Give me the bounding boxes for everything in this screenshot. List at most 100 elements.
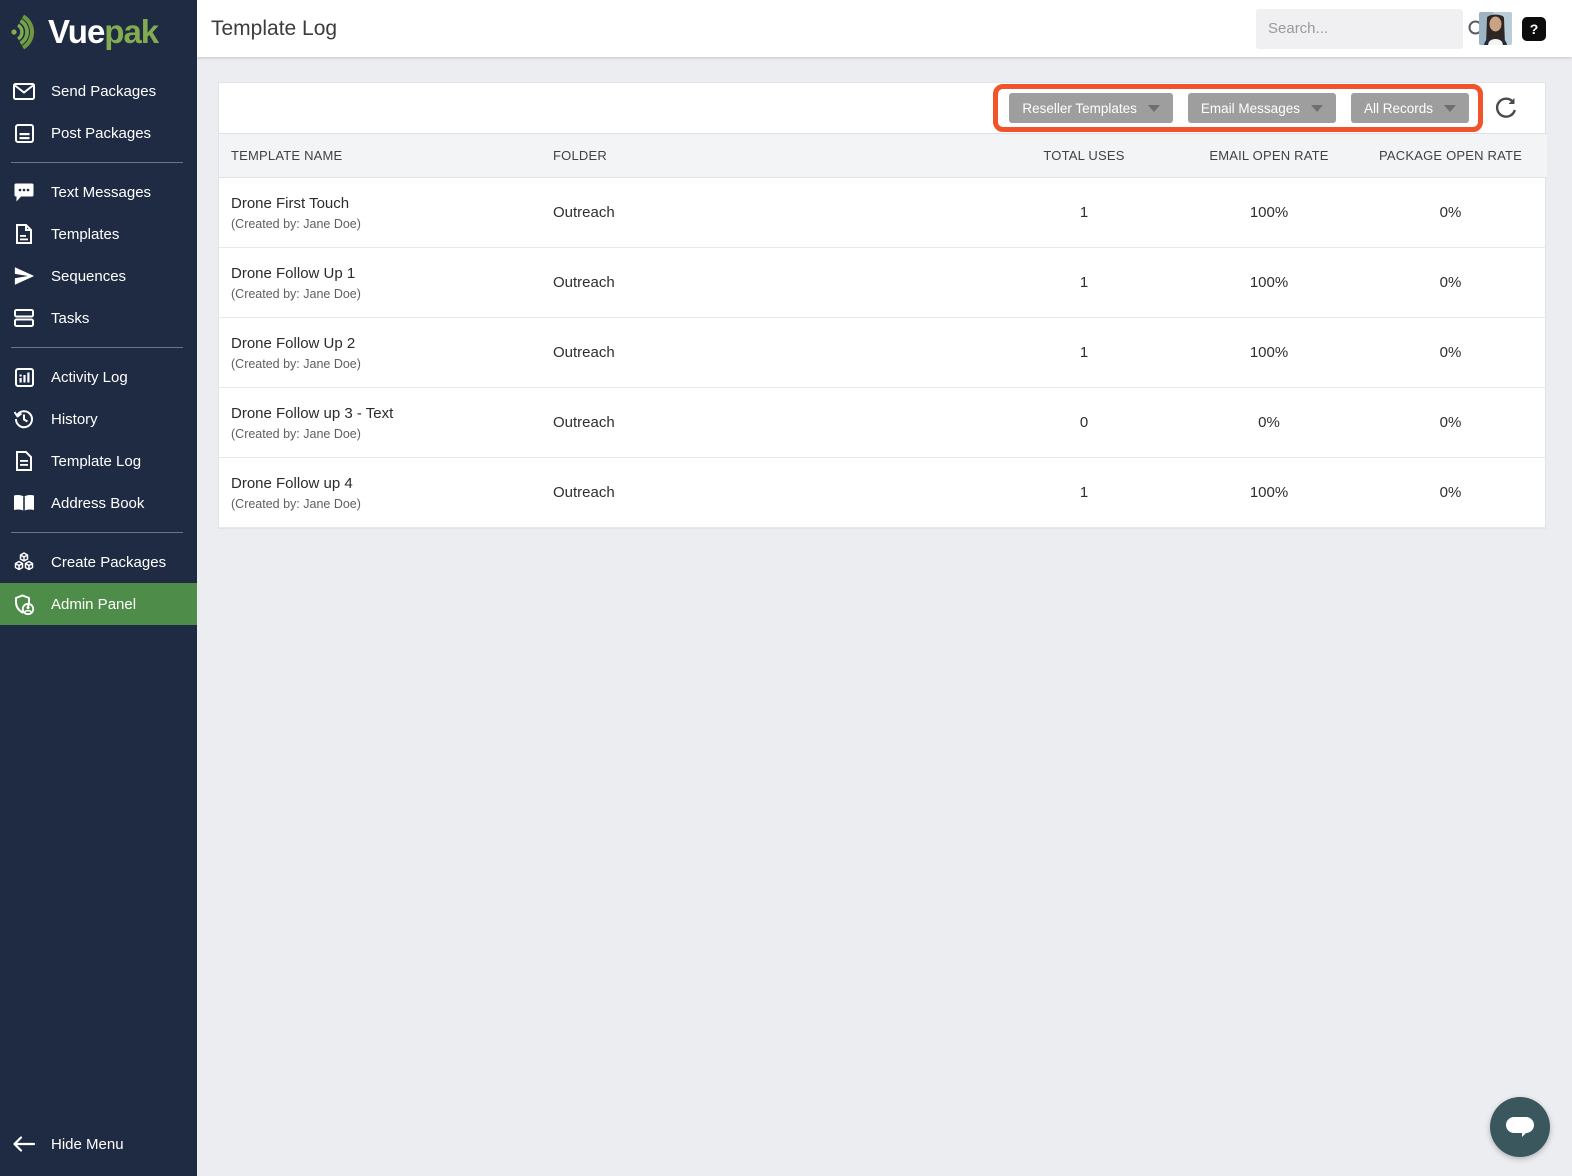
sidebar-item-post-packages[interactable]: Post Packages (0, 112, 197, 154)
sidebar-item-text-messages[interactable]: Text Messages (0, 171, 197, 213)
sidebar-item-label: Create Packages (51, 553, 167, 571)
page-title: Template Log (211, 16, 338, 40)
email-open-rate-value: 100% (1184, 177, 1354, 248)
app-window: Vuepak Send Packages Post Packages Text … (0, 0, 1572, 1176)
chat-launcher-icon (1505, 1116, 1535, 1138)
package-open-rate-value: 0% (1354, 317, 1547, 388)
bar-chart-icon (12, 367, 36, 387)
template-folder: Outreach (541, 457, 984, 528)
dropdown-label: Email Messages (1200, 100, 1300, 116)
search-input[interactable] (1268, 20, 1467, 37)
dropdown-label: Reseller Templates (1022, 100, 1137, 116)
template-name: Drone Follow Up 1 (231, 264, 356, 282)
table-row[interactable]: Drone Follow Up 2 (Created by: Jane Doe)… (219, 317, 1547, 388)
send-plane-icon (12, 267, 36, 285)
chat-launcher-button[interactable] (1490, 1097, 1550, 1157)
sidebar-item-address-book[interactable]: Address Book (0, 482, 197, 524)
template-created-by: (Created by: Jane Doe) (231, 356, 361, 371)
column-header-template-name: TEMPLATE NAME (219, 133, 541, 178)
table-row[interactable]: Drone Follow up 4 (Created by: Jane Doe)… (219, 457, 1547, 528)
chat-bubble-dots-icon (12, 183, 36, 202)
caret-down-icon (1147, 104, 1160, 112)
reseller-templates-dropdown[interactable]: Reseller Templates (1009, 93, 1173, 123)
dropdown-label: All Records (1363, 100, 1433, 116)
package-open-rate-value: 0% (1354, 387, 1547, 458)
all-records-dropdown[interactable]: All Records (1350, 93, 1469, 123)
user-avatar[interactable] (1479, 12, 1512, 45)
sidebar-divider (11, 347, 183, 348)
file-icon (12, 224, 36, 244)
column-header-package-open-rate: PACKAGE OPEN RATE (1354, 133, 1547, 178)
template-created-by: (Created by: Jane Doe) (231, 286, 361, 301)
template-name: Drone Follow up 4 (231, 474, 353, 492)
sidebar: Vuepak Send Packages Post Packages Text … (0, 0, 197, 1176)
column-header-folder: FOLDER (541, 133, 984, 178)
sidebar-item-label: Tasks (51, 309, 90, 327)
template-name: Drone Follow up 3 - Text (231, 404, 394, 422)
search-box[interactable] (1256, 8, 1487, 49)
stacked-rows-icon (12, 309, 36, 327)
refresh-icon[interactable] (1495, 97, 1517, 119)
package-open-rate-value: 0% (1354, 457, 1547, 528)
envelope-icon (12, 82, 36, 100)
sidebar-item-label: Text Messages (51, 183, 152, 201)
address-book-icon (12, 494, 36, 512)
sidebar-item-template-log[interactable]: Template Log (0, 440, 197, 482)
template-created-by: (Created by: Jane Doe) (231, 496, 361, 511)
sidebar-item-label: Sequences (51, 267, 127, 285)
template-folder: Outreach (541, 247, 984, 318)
hide-menu-button[interactable]: Hide Menu (0, 1112, 197, 1176)
template-log-table: TEMPLATE NAME FOLDER TOTAL USES EMAIL OP… (219, 133, 1547, 528)
table-row[interactable]: Drone Follow up 3 - Text (Created by: Ja… (219, 387, 1547, 458)
total-uses-value: 0 (984, 387, 1184, 458)
sound-wave-arcs-icon (8, 9, 46, 55)
email-open-rate-value: 100% (1184, 247, 1354, 318)
file-lines-icon (12, 451, 36, 471)
sidebar-item-create-packages[interactable]: Create Packages (0, 541, 197, 583)
sidebar-item-history[interactable]: History (0, 398, 197, 440)
sidebar-item-label: Admin Panel (51, 595, 137, 613)
template-name: Drone Follow Up 2 (231, 334, 356, 352)
sidebar-nav: Send Packages Post Packages Text Message… (0, 64, 197, 1112)
admin-shield-icon (12, 593, 36, 615)
email-open-rate-value: 100% (1184, 457, 1354, 528)
help-icon[interactable]: ? (1522, 16, 1546, 41)
topbar-right: ? (1256, 8, 1546, 49)
total-uses-value: 1 (984, 177, 1184, 248)
sidebar-item-activity-log[interactable]: Activity Log (0, 356, 197, 398)
package-open-rate-value: 0% (1354, 247, 1547, 318)
sidebar-item-sequences[interactable]: Sequences (0, 255, 197, 297)
cubes-icon (12, 552, 36, 572)
sidebar-divider (11, 532, 183, 533)
sidebar-item-label: Address Book (51, 494, 145, 512)
email-messages-dropdown[interactable]: Email Messages (1187, 93, 1336, 123)
topbar: Template Log ? (197, 0, 1572, 57)
brand-logo[interactable]: Vuepak (0, 0, 197, 64)
back-arrow-icon (12, 1136, 36, 1152)
brand-name: Vuepak (48, 13, 159, 50)
sidebar-item-label: Send Packages (51, 82, 157, 100)
orange-highlight-box: Reseller Templates Email Messages All Re… (993, 84, 1483, 132)
sidebar-item-tasks[interactable]: Tasks (0, 297, 197, 339)
sidebar-item-templates[interactable]: Templates (0, 213, 197, 255)
table-toolbar: Reseller Templates Email Messages All Re… (219, 83, 1545, 133)
template-name: Drone First Touch (231, 194, 350, 212)
template-folder: Outreach (541, 177, 984, 248)
table-row[interactable]: Drone Follow Up 1 (Created by: Jane Doe)… (219, 247, 1547, 318)
email-open-rate-value: 100% (1184, 317, 1354, 388)
hide-menu-label: Hide Menu (51, 1135, 124, 1153)
sidebar-item-admin-panel[interactable]: Admin Panel (0, 583, 197, 625)
template-created-by: (Created by: Jane Doe) (231, 426, 361, 441)
sidebar-item-label: Templates (51, 225, 120, 243)
template-log-card: Reseller Templates Email Messages All Re… (218, 82, 1547, 529)
sidebar-item-send-packages[interactable]: Send Packages (0, 70, 197, 112)
caret-down-icon (1444, 104, 1456, 112)
main-content: Reseller Templates Email Messages All Re… (197, 57, 1572, 1176)
email-open-rate-value: 0% (1184, 387, 1354, 458)
sidebar-item-label: Post Packages (51, 124, 152, 142)
sidebar-item-label: Template Log (51, 452, 142, 470)
sidebar-item-label: History (51, 410, 98, 428)
total-uses-value: 1 (984, 457, 1184, 528)
table-row[interactable]: Drone First Touch (Created by: Jane Doe)… (219, 177, 1547, 248)
package-open-rate-value: 0% (1354, 177, 1547, 248)
